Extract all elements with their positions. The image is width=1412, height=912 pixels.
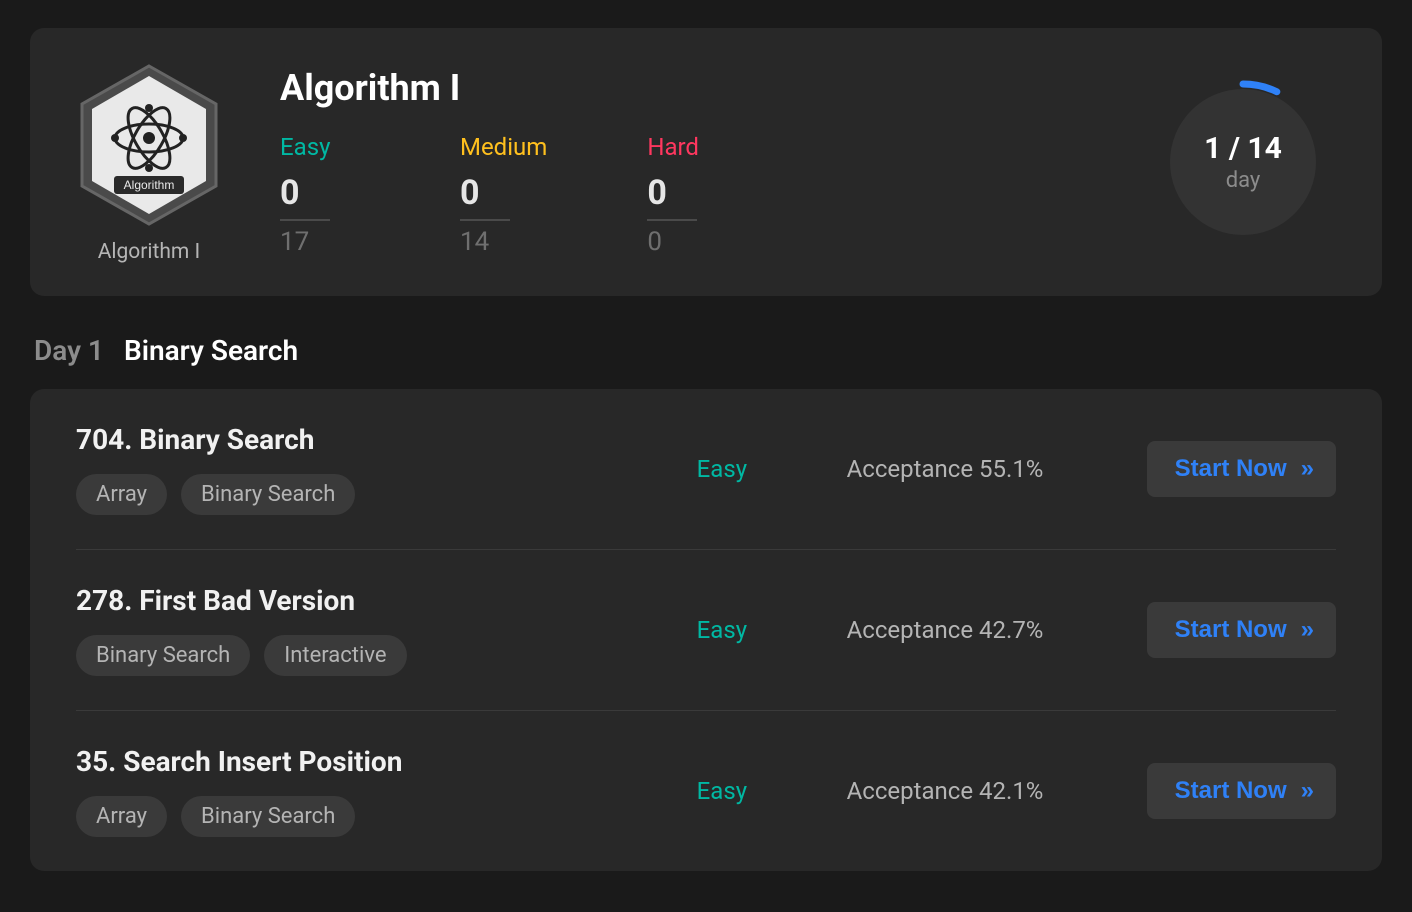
acceptance-label: Acceptance 55.1% bbox=[847, 455, 1147, 483]
stat-label: Hard bbox=[647, 133, 727, 161]
progress-ring: 1 / 14 day bbox=[1158, 77, 1328, 247]
stat-divider bbox=[460, 219, 510, 221]
plan-header-card: Algorithm Algorithm I Algorithm I Easy 0 1… bbox=[30, 28, 1382, 296]
difficulty-label: Easy bbox=[697, 616, 847, 644]
tag[interactable]: Binary Search bbox=[181, 796, 355, 837]
stat-label: Medium bbox=[460, 133, 547, 161]
stat-solved: 0 bbox=[647, 173, 727, 213]
stat-hard: Hard 0 0 bbox=[647, 133, 727, 257]
difficulty-label: Easy bbox=[697, 777, 847, 805]
stat-easy: Easy 0 17 bbox=[280, 133, 360, 257]
badge-caption: Algorithm I bbox=[98, 240, 201, 264]
problem-row: 35. Search Insert Position Array Binary Se… bbox=[76, 711, 1336, 871]
section-topic: Binary Search bbox=[124, 334, 298, 367]
progress-unit: day bbox=[1226, 168, 1261, 193]
section-heading: Day 1 Binary Search bbox=[34, 334, 1382, 367]
tag[interactable]: Array bbox=[76, 474, 167, 515]
acceptance-label: Acceptance 42.1% bbox=[847, 777, 1147, 805]
problem-left: 278. First Bad Version Binary Search Inter… bbox=[76, 584, 697, 676]
tag-list: Array Binary Search bbox=[76, 796, 697, 837]
algorithm-badge-icon: Algorithm bbox=[74, 60, 224, 230]
section-day: Day 1 bbox=[34, 334, 104, 367]
plan-title: Algorithm I bbox=[280, 67, 727, 109]
problem-title[interactable]: 278. First Bad Version bbox=[76, 584, 697, 617]
tag[interactable]: Binary Search bbox=[76, 635, 250, 676]
problems-card: 704. Binary Search Array Binary Search Easy… bbox=[30, 389, 1382, 871]
start-now-button[interactable]: Start Now » bbox=[1147, 441, 1336, 497]
stat-solved: 0 bbox=[280, 173, 360, 213]
tag-list: Binary Search Interactive bbox=[76, 635, 697, 676]
stat-solved: 0 bbox=[460, 173, 547, 213]
badge-column: Algorithm Algorithm I bbox=[74, 60, 224, 264]
stat-divider bbox=[647, 219, 697, 221]
plan-stats-block: Algorithm I Easy 0 17 Medium 0 14 Hard 0 0 bbox=[280, 67, 727, 257]
chevron-right-double-icon: » bbox=[1301, 455, 1308, 483]
stat-medium: Medium 0 14 bbox=[460, 133, 547, 257]
start-now-button[interactable]: Start Now » bbox=[1147, 763, 1336, 819]
stat-total: 0 bbox=[647, 227, 727, 257]
start-now-label: Start Now bbox=[1175, 455, 1287, 483]
chevron-right-double-icon: » bbox=[1301, 616, 1308, 644]
stat-divider bbox=[280, 219, 330, 221]
start-now-button[interactable]: Start Now » bbox=[1147, 602, 1336, 658]
problem-title[interactable]: 704. Binary Search bbox=[76, 423, 697, 456]
stat-total: 17 bbox=[280, 227, 360, 257]
problem-left: 704. Binary Search Array Binary Search bbox=[76, 423, 697, 515]
tag[interactable]: Array bbox=[76, 796, 167, 837]
problem-row: 704. Binary Search Array Binary Search Easy… bbox=[76, 389, 1336, 550]
progress-count: 1 / 14 bbox=[1204, 131, 1282, 166]
start-now-label: Start Now bbox=[1175, 616, 1287, 644]
tag[interactable]: Binary Search bbox=[181, 474, 355, 515]
difficulty-label: Easy bbox=[697, 455, 847, 483]
stat-label: Easy bbox=[280, 133, 360, 161]
problem-left: 35. Search Insert Position Array Binary Se… bbox=[76, 745, 697, 837]
problem-title[interactable]: 35. Search Insert Position bbox=[76, 745, 697, 778]
chevron-right-double-icon: » bbox=[1301, 777, 1308, 805]
stat-total: 14 bbox=[460, 227, 547, 257]
start-now-label: Start Now bbox=[1175, 777, 1287, 805]
tag-list: Array Binary Search bbox=[76, 474, 697, 515]
svg-text:Algorithm: Algorithm bbox=[124, 178, 175, 192]
acceptance-label: Acceptance 42.7% bbox=[847, 616, 1147, 644]
tag[interactable]: Interactive bbox=[264, 635, 406, 676]
problem-row: 278. First Bad Version Binary Search Inter… bbox=[76, 550, 1336, 711]
